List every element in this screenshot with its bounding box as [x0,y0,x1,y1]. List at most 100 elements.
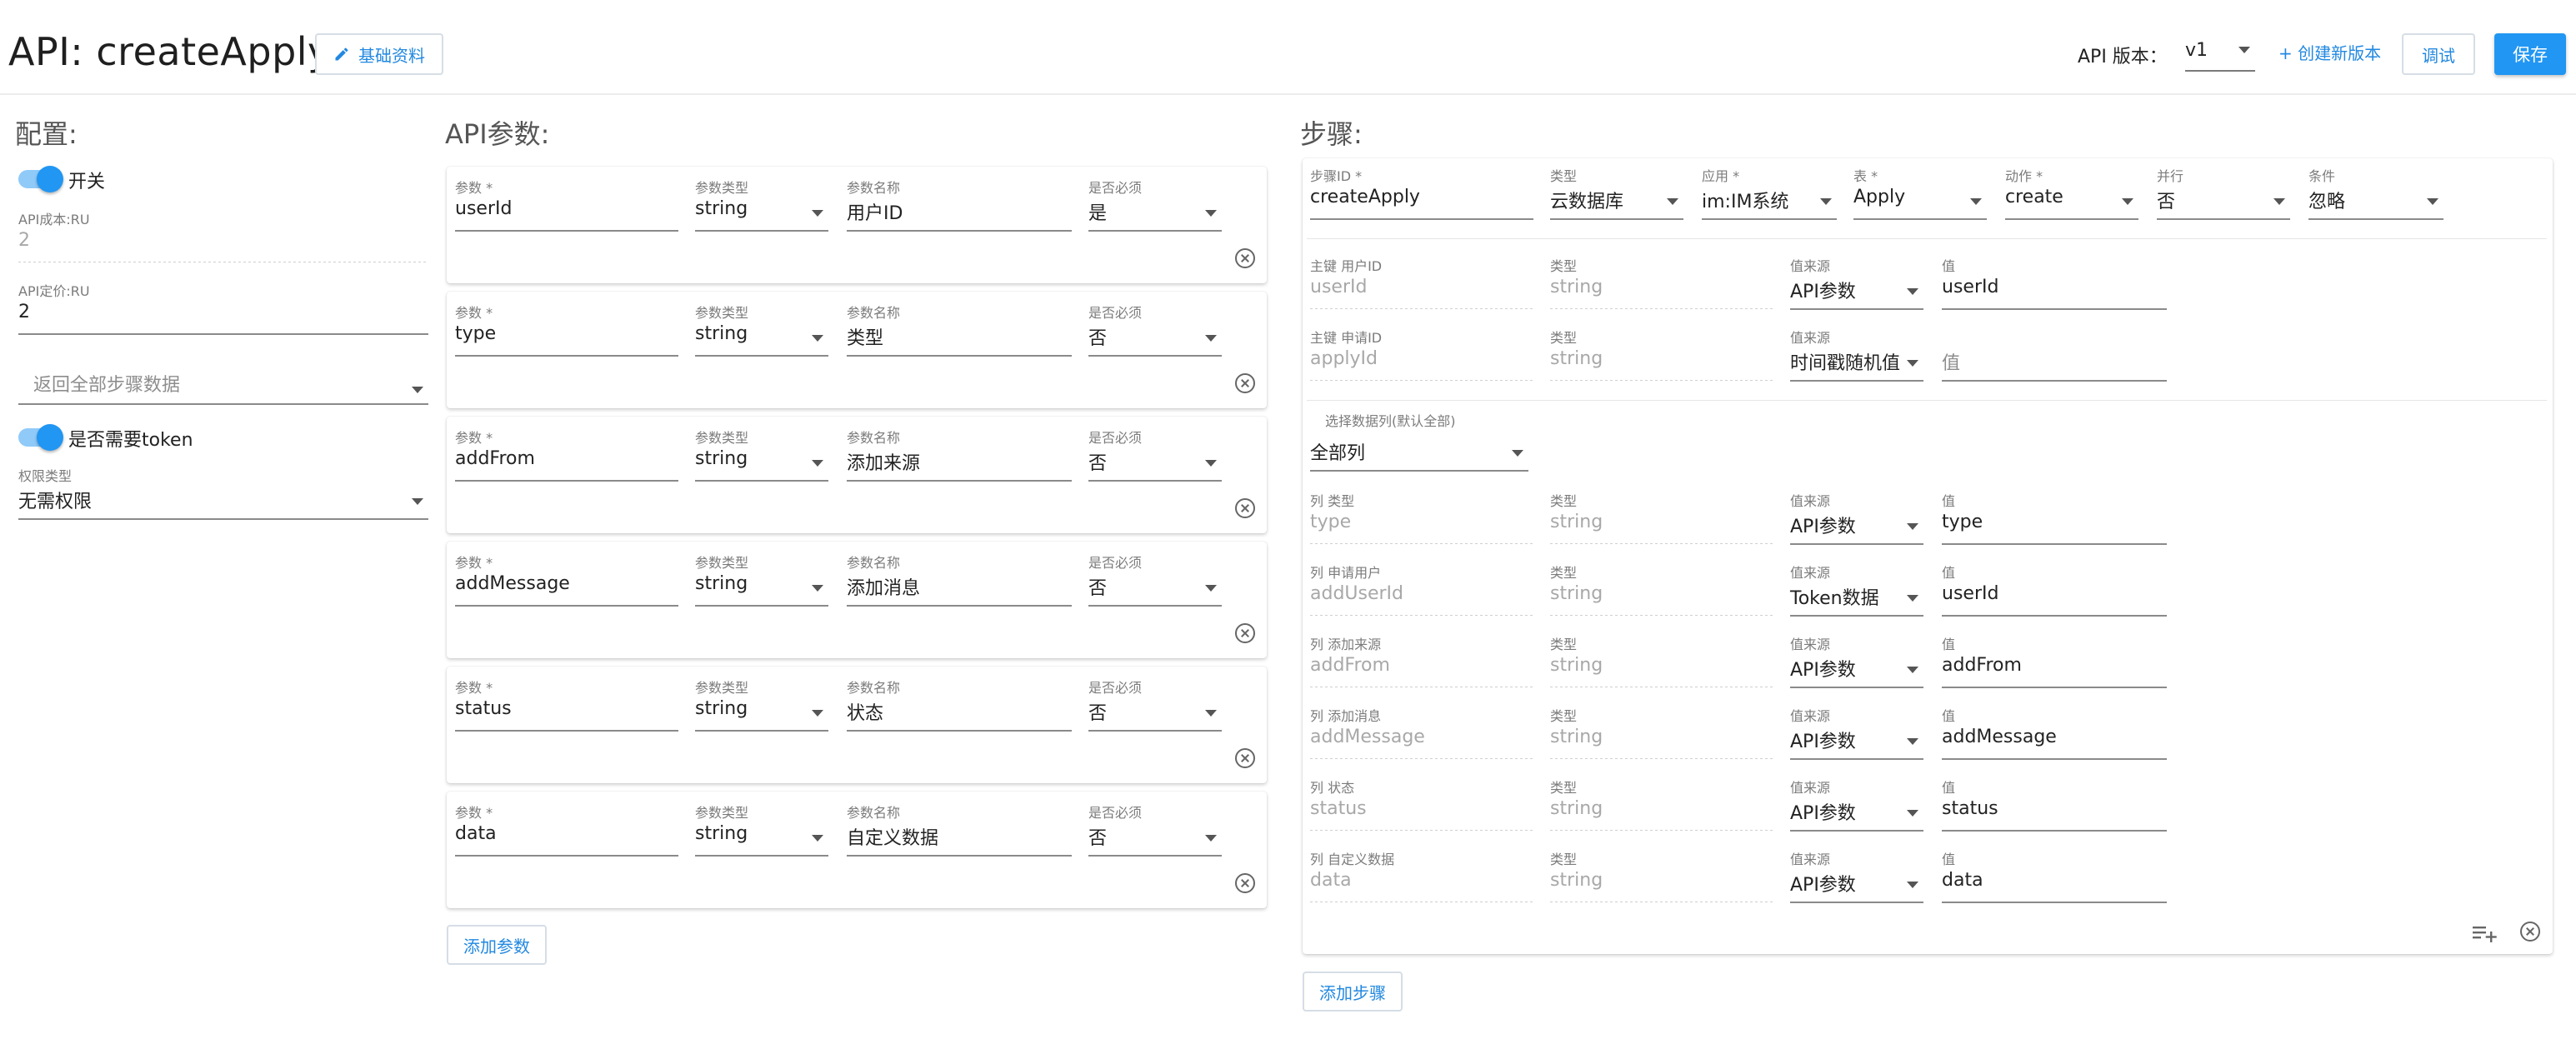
param-display-name-field-label: 参数名称 [847,552,900,572]
param-display-name-field-label: 参数名称 [847,802,900,822]
value-input-value: userId [1942,583,1999,604]
remove-param-icon[interactable] [1235,373,1255,393]
switch-knob [37,166,63,192]
step-field-name-value: type [1310,512,1352,532]
divider [1307,238,2547,239]
value-input-value: addMessage [1942,727,2057,747]
param-name-field-label-text: 参数 [455,555,483,571]
param-type-select-value: string [695,448,748,469]
remove-step-icon[interactable] [2520,922,2540,942]
step-field-type-value: string [1550,798,1603,819]
step-field-type-label: 类型 [1550,490,1577,510]
step-type-select-value: 云数据库 [1550,192,1624,212]
debug-button[interactable]: 调试 [2402,33,2475,75]
caret-down-icon [812,710,823,717]
param-name-field-label: 参数 * [455,177,493,197]
required-asterisk: * [482,305,493,321]
edit-basic-info-button[interactable]: 基础资料 [315,33,443,75]
value-input-label: 值 [1942,562,1955,582]
remove-param-icon[interactable] [1235,623,1255,643]
remove-param-icon[interactable] [1235,873,1255,893]
required-asterisk: * [482,555,493,571]
step-field-type-label: 类型 [1550,327,1577,347]
field-underline [695,605,828,607]
step-field-name-label-text: 列 状态 [1310,780,1355,796]
token-switch[interactable] [18,424,63,451]
value-input-value: data [1942,870,1983,891]
field-underline [1550,615,1775,616]
param-name-field-label: 参数 * [455,427,493,447]
value-input-value: 值 [1942,353,1961,374]
step-field-name-label-text: 列 添加来源 [1310,637,1382,652]
field-underline [695,230,828,232]
step-table-select-label: 表 * [1853,165,1878,185]
param-type-select-label-text: 参数类型 [695,430,749,446]
switch-knob [37,424,63,451]
param-type-select-label: 参数类型 [695,427,748,447]
api-price-value: 2 [18,302,30,322]
param-type-select-label-text: 参数类型 [695,680,749,696]
step-field-name-label: 列 添加来源 [1310,633,1381,653]
field-underline [18,403,428,405]
version-select[interactable]: v1 [2185,33,2255,72]
value-source-select-label: 值来源 [1790,633,1830,653]
param-name-field-value: addFrom [455,448,535,469]
save-button[interactable]: 保存 [2494,33,2566,75]
field-underline [1790,308,1923,310]
field-underline [1942,758,2167,760]
value-source-select-label-text: 值来源 [1790,565,1831,581]
caret-down-icon [2427,198,2438,205]
step-field-type-value: string [1550,727,1603,747]
step-field-type-label: 类型 [1550,562,1577,582]
remove-param-icon[interactable] [1235,748,1255,768]
edit-basic-info-label: 基础资料 [358,45,425,66]
value-source-select-value: API参数 [1790,732,1856,752]
caret-down-icon [1820,198,1832,205]
field-underline [1310,615,1533,616]
step-table-select-value: Apply [1853,187,1906,207]
permission-value: 无需权限 [18,492,93,512]
step-condition-select-label-text: 条件 [2308,168,2336,184]
param-display-name-field-label: 参数名称 [847,677,900,697]
field-underline [1790,615,1923,617]
columns-select-value: 全部列 [1310,443,1366,464]
step-field-name-value: addMessage [1310,727,1425,747]
param-display-name-field-value: 添加来源 [847,453,921,474]
step-type-select-label-text: 类型 [1550,168,1578,184]
param-display-name-field-value: 自定义数据 [847,828,939,849]
field-underline [1310,308,1533,309]
caret-down-icon [812,335,823,342]
api-cost-label: API成本:RU [18,212,90,227]
step-field-name-value: userId [1310,277,1368,297]
step-field-name-value: addFrom [1310,655,1390,676]
param-display-name-field-label-text: 参数名称 [847,555,901,571]
step-field-name-label: 列 自定义数据 [1310,848,1394,868]
param-display-name-field-label-text: 参数名称 [847,430,901,446]
param-display-name-field-value: 用户ID [847,203,903,224]
step-field-name-label-text: 主键 用户ID [1310,258,1383,274]
version-label: API 版本： [2078,47,2168,67]
caret-down-icon [1205,460,1217,467]
add-param-button[interactable]: 添加参数 [447,925,547,965]
field-underline [1790,380,1923,382]
step-field-name-label: 列 状态 [1310,777,1354,797]
remove-param-icon[interactable] [1235,248,1255,268]
field-underline [455,605,678,607]
playlist-add-icon[interactable] [2473,923,2498,943]
field-underline [847,730,1072,732]
param-required-select-label: 是否必须 [1088,177,1142,197]
param-required-select-label-text: 是否必须 [1088,305,1143,321]
remove-param-icon[interactable] [1235,498,1255,518]
step-field-name-value: addUserId [1310,583,1404,604]
add-step-button[interactable]: 添加步骤 [1303,972,1403,1012]
param-name-field-value: data [455,823,497,844]
value-source-select-value: API参数 [1790,282,1856,302]
step-field-type-label-text: 类型 [1550,637,1578,652]
create-version-link[interactable]: + 创建新版本 [2278,40,2381,64]
caret-down-icon [1907,523,1918,530]
enable-switch[interactable] [18,166,63,192]
field-underline [1790,758,1923,760]
step-field-name-label: 列 申请用户 [1310,562,1381,582]
field-underline [1790,687,1923,688]
field-underline [1310,470,1528,472]
